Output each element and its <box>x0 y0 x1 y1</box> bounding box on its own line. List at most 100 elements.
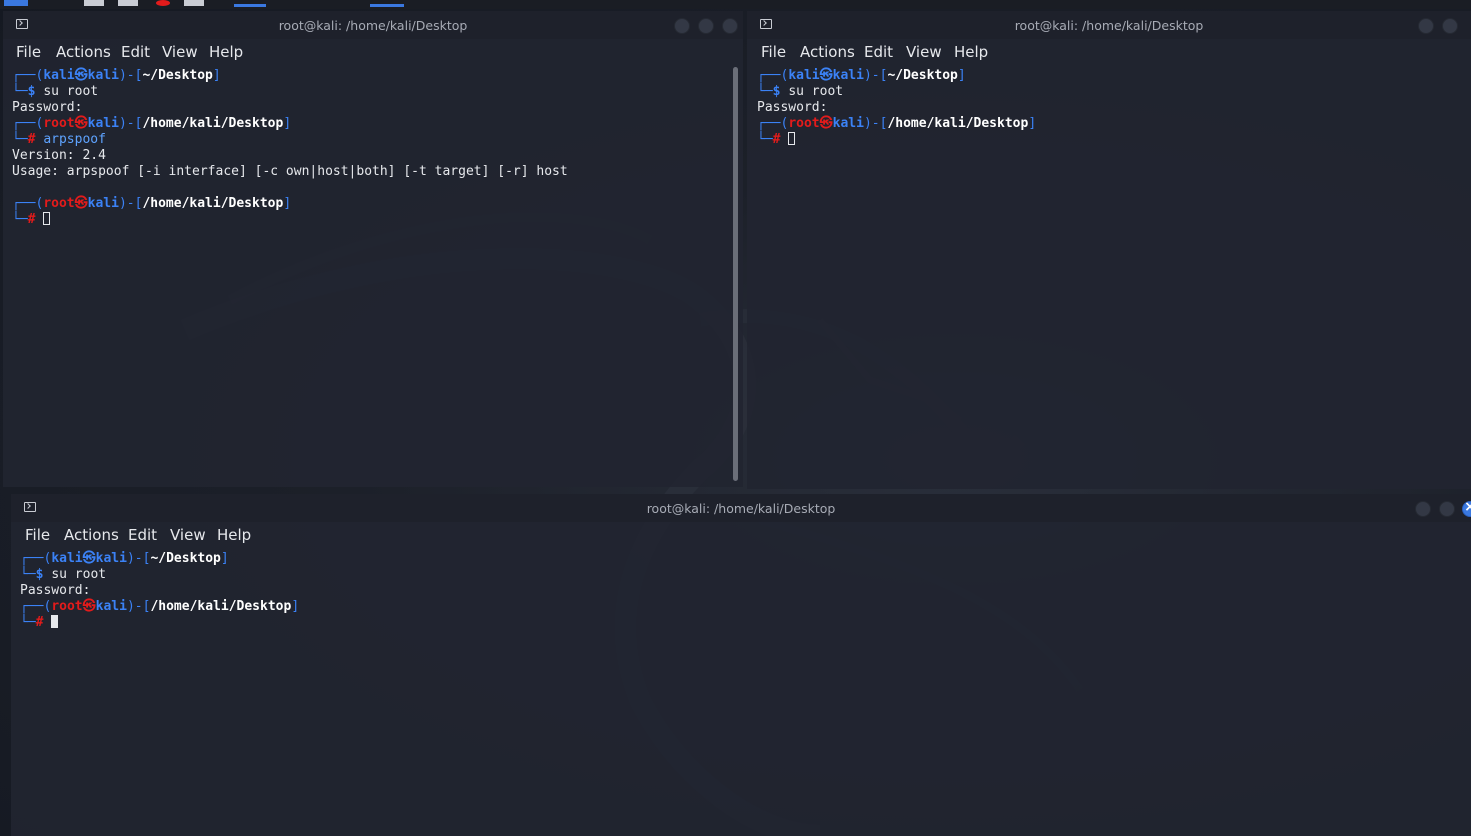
menu-file[interactable]: File <box>25 526 50 544</box>
prompt-frame: ] <box>283 116 292 131</box>
terminal-line: └─# <box>757 132 1459 148</box>
terminal-line: ┌──(root㉿kali)-[/home/kali/Desktop] <box>12 116 731 132</box>
close-button[interactable] <box>722 18 738 34</box>
prompt-frame: ] <box>283 196 292 211</box>
terminal-line: ┌──(root㉿kali)-[/home/kali/Desktop] <box>12 196 731 212</box>
prompt-frame: )-[ <box>126 551 151 566</box>
terminal-line: ┌──(kali㉿kali)-[~/Desktop] <box>12 68 731 84</box>
window-title: root@kali: /home/kali/Desktop <box>278 18 468 33</box>
terminal-output[interactable]: ┌──(kali㉿kali)-[~/Desktop] └─$ su root Pas… <box>20 551 1459 836</box>
terminal-line: Password: <box>12 100 731 116</box>
window-title: root@kali: /home/kali/Desktop <box>646 501 836 516</box>
maximize-button[interactable] <box>1439 501 1455 517</box>
menu-actions[interactable]: Actions <box>64 526 119 544</box>
output-text: Usage: arpspoof [-i interface] [-c own|h… <box>12 164 568 179</box>
active-task-indicator[interactable] <box>234 4 266 7</box>
menu-view[interactable]: View <box>906 43 942 61</box>
file-manager-icon[interactable] <box>84 0 104 6</box>
terminal-window-left[interactable]: root@kali: /home/kali/Desktop File Actio… <box>3 11 743 487</box>
prompt-frame: ┌──( <box>12 116 44 131</box>
terminal-window-bottom[interactable]: root@kali: /home/kali/Desktop File Actio… <box>11 494 1471 836</box>
prompt-user: root <box>43 116 75 131</box>
menu-file[interactable]: File <box>761 43 786 61</box>
terminal-window-right[interactable]: root@kali: /home/kali/Desktop File Actio… <box>747 11 1471 489</box>
menu-help[interactable]: Help <box>217 526 251 544</box>
prompt-frame: ] <box>220 551 229 566</box>
active-task-indicator[interactable] <box>370 4 404 7</box>
menu-view[interactable]: View <box>170 526 206 544</box>
output-text: Password: <box>12 100 83 115</box>
prompt-path: ~/Desktop <box>150 551 221 566</box>
menu-actions[interactable]: Actions <box>800 43 855 61</box>
command-text: su root <box>788 84 844 99</box>
window-title: root@kali: /home/kali/Desktop <box>1014 18 1204 33</box>
terminal-line: Password: <box>20 583 1459 599</box>
prompt-at-symbol: ㉿ <box>74 116 88 131</box>
prompt-at-symbol: ㉿ <box>74 68 88 83</box>
prompt-frame: ] <box>291 599 300 614</box>
minimize-button[interactable] <box>1418 18 1434 34</box>
prompt-host: kali <box>87 196 119 211</box>
command-text: su root <box>43 84 99 99</box>
prompt-at-symbol: ㉿ <box>819 68 833 83</box>
terminal-line: Version: 2.4 <box>12 148 731 164</box>
menu-edit[interactable]: Edit <box>864 43 893 61</box>
menu-help[interactable]: Help <box>954 43 988 61</box>
workspace-icon[interactable] <box>184 0 204 6</box>
prompt-user: root <box>51 599 83 614</box>
kali-menu-icon[interactable] <box>4 0 28 6</box>
terminal-output[interactable]: ┌──(kali㉿kali)-[~/Desktop] └─$ su root Pas… <box>12 68 731 487</box>
text-cursor <box>51 615 59 628</box>
maximize-button[interactable] <box>698 18 714 34</box>
terminal-line: └─# <box>20 615 1459 631</box>
prompt-user: root <box>788 116 820 131</box>
title-bar[interactable]: root@kali: /home/kali/Desktop <box>747 11 1471 39</box>
terminal-line: └─$ su root <box>12 84 731 100</box>
prompt-host: kali <box>832 68 864 83</box>
terminal-line: ┌──(root㉿kali)-[/home/kali/Desktop] <box>20 599 1459 615</box>
terminal-output[interactable]: ┌──(kali㉿kali)-[~/Desktop] └─$ su root Pas… <box>757 68 1459 489</box>
menu-edit[interactable]: Edit <box>128 526 157 544</box>
scrollbar[interactable] <box>733 67 738 481</box>
prompt-user: root <box>43 196 75 211</box>
prompt-frame: )-[ <box>863 68 888 83</box>
menu-actions[interactable]: Actions <box>56 43 111 61</box>
prompt-at-symbol: ㉿ <box>819 116 833 131</box>
prompt-host: kali <box>95 599 127 614</box>
terminal-line: └─$ su root <box>20 567 1459 583</box>
menu-file[interactable]: File <box>16 43 41 61</box>
prompt-host: kali <box>87 68 119 83</box>
minimize-button[interactable] <box>1415 501 1431 517</box>
terminal-line: └─# <box>12 212 731 228</box>
maximize-button[interactable] <box>1442 18 1458 34</box>
browser-icon[interactable] <box>156 0 170 6</box>
prompt-path: /home/kali/Desktop <box>887 116 1029 131</box>
prompt-frame: └─ <box>20 615 36 630</box>
terminal-line: └─$ su root <box>757 84 1459 100</box>
top-taskbar <box>0 0 1471 9</box>
terminal-line: Password: <box>757 100 1459 116</box>
menu-edit[interactable]: Edit <box>121 43 150 61</box>
prompt-host: kali <box>832 116 864 131</box>
menu-help[interactable]: Help <box>209 43 243 61</box>
prompt-at-symbol: ㉿ <box>82 599 96 614</box>
prompt-frame: )-[ <box>126 599 151 614</box>
prompt-path: /home/kali/Desktop <box>142 116 284 131</box>
output-text: Version: 2.4 <box>12 148 106 163</box>
menu-bar: File Actions Edit View Help <box>747 41 1471 63</box>
prompt-frame: ] <box>212 68 221 83</box>
terminal-launcher-icon[interactable] <box>118 0 138 6</box>
minimize-button[interactable] <box>674 18 690 34</box>
prompt-frame: )-[ <box>863 116 888 131</box>
terminal-line: Usage: arpspoof [-i interface] [-c own|h… <box>12 164 731 180</box>
title-bar[interactable]: root@kali: /home/kali/Desktop <box>3 11 743 39</box>
prompt-frame: )-[ <box>118 116 143 131</box>
prompt-at-symbol: ㉿ <box>82 551 96 566</box>
prompt-frame: )-[ <box>118 68 143 83</box>
title-bar[interactable]: root@kali: /home/kali/Desktop <box>11 494 1471 522</box>
prompt-frame: ┌──( <box>757 116 789 131</box>
close-button[interactable] <box>1462 499 1471 517</box>
menu-view[interactable]: View <box>162 43 198 61</box>
